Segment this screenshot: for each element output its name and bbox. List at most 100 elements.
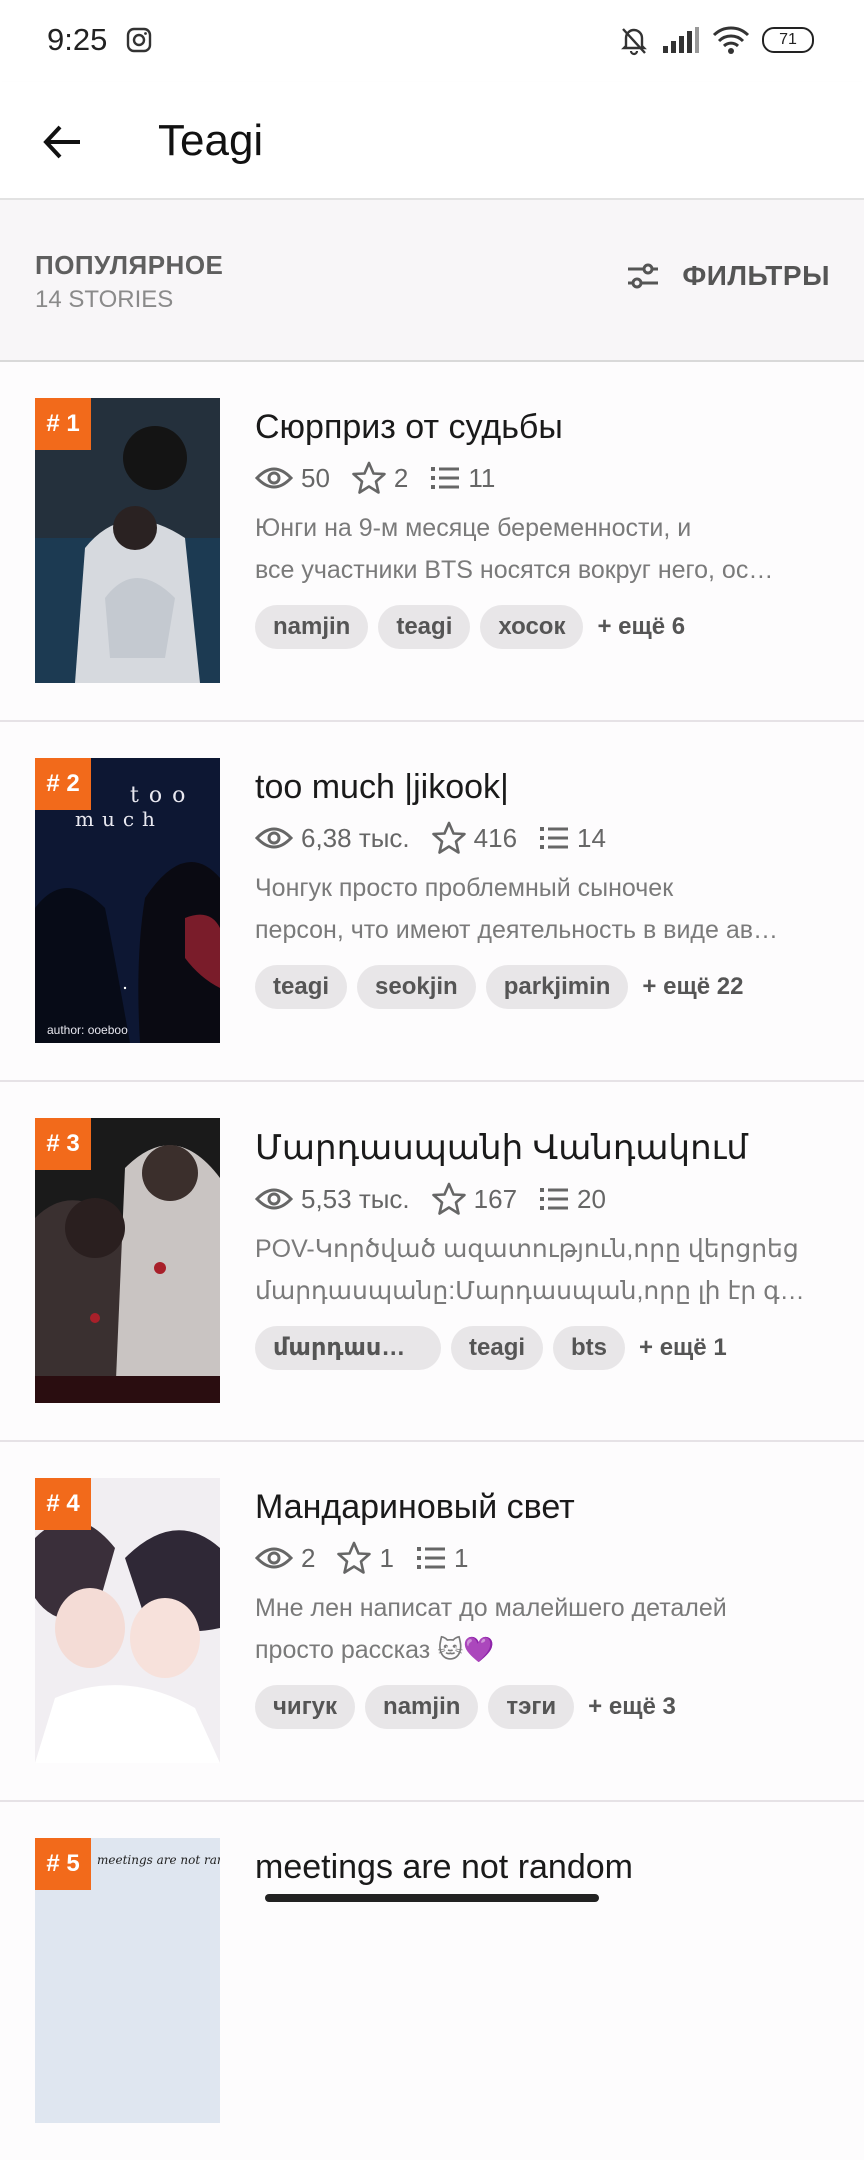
tag-list: namjin teagi хосок + ещё 6 — [255, 605, 835, 649]
story-stats: 2 1 1 — [255, 1541, 835, 1575]
story-item[interactable]: # 5 meetings are not random meetings are… — [0, 1802, 864, 2160]
views-count: 5,53 тыс. — [301, 1183, 410, 1214]
tag-list: чигук namjin тэги + ещё 3 — [255, 1685, 835, 1729]
star-icon — [352, 461, 386, 494]
category-label: ПОПУЛЯРНОЕ — [35, 250, 224, 280]
story-stats: 50 2 11 — [255, 461, 835, 495]
more-tags[interactable]: + ещё 3 — [588, 1693, 676, 1721]
battery-indicator: 71 — [762, 27, 814, 53]
story-item[interactable]: # 2 too much author: ooeboo too much |ji… — [0, 722, 864, 1082]
story-title[interactable]: Մարդասպանի Վանդակում — [255, 1128, 835, 1168]
filter-sliders-icon — [628, 263, 659, 289]
instagram-icon — [126, 27, 152, 53]
votes-count: 1 — [379, 1542, 394, 1573]
cover-title-text: too — [130, 783, 195, 808]
views-count: 50 — [301, 462, 330, 493]
story-description: Юнги на 9-м месяце беременности, и все у… — [255, 507, 835, 591]
story-info: Сюрприз от судьбы 50 2 11 Юнги на 9-м ме… — [255, 408, 835, 649]
tag-chip[interactable]: seokjin — [357, 965, 476, 1009]
parts-list-icon — [540, 1188, 569, 1210]
tag-chip[interactable]: namjin — [365, 1685, 479, 1729]
tag-chip[interactable]: чигук — [255, 1685, 356, 1729]
description-line: POV-Կործված ազատություն,որը վերցրեց — [255, 1235, 799, 1263]
story-stats: 5,53 тыс. 167 20 — [255, 1182, 835, 1216]
parts-count: 20 — [577, 1183, 606, 1214]
description-line: все участники BTS носятся вокруг него, о… — [255, 556, 774, 584]
eye-icon — [255, 827, 293, 849]
tag-chip[interactable]: teagi — [451, 1326, 544, 1370]
votes-count: 416 — [473, 822, 518, 853]
story-info: Մարդասպանի Վանդակում 5,53 тыс. 167 20 PO… — [255, 1128, 835, 1370]
rank-badge: # 3 — [35, 1118, 91, 1170]
back-arrow-icon[interactable] — [38, 118, 86, 166]
story-description: Мне лен написат до малейшего деталей про… — [255, 1587, 835, 1671]
filters-button[interactable]: ФИЛЬТРЫ — [626, 260, 830, 292]
story-description: POV-Կործված ազատություն,որը վերցրեց մարդ… — [255, 1228, 835, 1312]
tag-chip[interactable]: bts — [553, 1326, 626, 1370]
story-list: # 1 Сюрприз от судьбы 50 2 11 Юнги на 9-… — [0, 362, 864, 2160]
star-icon — [337, 1541, 372, 1574]
story-title[interactable]: too much |jikook| — [255, 768, 835, 807]
description-line: просто рассказ 🐱💜 — [255, 1636, 495, 1664]
cover-title-text: much — [75, 807, 163, 831]
status-time: 9:25 — [47, 22, 108, 57]
list-header: ПОПУЛЯРНОЕ 14 STORIES ФИЛЬТРЫ — [0, 200, 864, 362]
tag-list: մարդասպ… teagi bts + ещё 1 — [255, 1326, 835, 1370]
app-bar: Teagi — [0, 82, 864, 200]
more-tags[interactable]: + ещё 22 — [642, 973, 743, 1001]
tag-chip[interactable]: namjin — [255, 605, 369, 649]
eye-icon — [255, 1547, 293, 1569]
mute-bell-icon — [621, 28, 647, 56]
rank-badge: # 4 — [35, 1478, 91, 1530]
page-title: Teagi — [158, 116, 264, 165]
story-info: meetings are not random — [255, 1848, 835, 1887]
parts-list-icon — [431, 467, 460, 489]
views-count: 2 — [301, 1542, 316, 1573]
story-info: Мандариновый свет 2 1 1 Мне лен написат … — [255, 1488, 835, 1729]
stories-count: 14 STORIES — [35, 286, 174, 313]
rank-badge: # 1 — [35, 398, 91, 450]
parts-list-icon — [416, 1547, 445, 1569]
story-title[interactable]: Мандариновый свет — [255, 1488, 835, 1527]
story-stats: 6,38 тыс. 416 14 — [255, 821, 835, 855]
tag-chip[interactable]: parkjimin — [485, 965, 629, 1009]
tag-chip[interactable]: тэги — [488, 1685, 575, 1729]
story-title[interactable]: meetings are not random — [255, 1848, 835, 1887]
parts-count: 14 — [577, 822, 606, 853]
rank-badge: # 2 — [35, 758, 91, 810]
cover-title-text: meetings are not random — [97, 1853, 220, 1867]
signal-icon — [663, 27, 699, 53]
parts-count: 1 — [453, 1542, 469, 1573]
story-item[interactable]: # 3 Մարդասպանի Վանդակում 5,53 тыс. 167 2… — [0, 1082, 864, 1442]
story-item[interactable]: # 1 Сюрприз от судьбы 50 2 11 Юнги на 9-… — [0, 362, 864, 722]
description-line: Юнги на 9-м месяце беременности, и — [255, 514, 692, 542]
parts-count: 11 — [468, 462, 496, 493]
star-icon — [431, 821, 466, 854]
tag-chip[interactable]: teagi — [255, 965, 348, 1009]
star-icon — [431, 1182, 466, 1215]
tag-chip[interactable]: teagi — [378, 605, 471, 649]
story-info: too much |jikook| 6,38 тыс. 416 14 Чонгу… — [255, 768, 835, 1009]
story-item[interactable]: # 4 Мандариновый свет 2 1 1 Мне лен напи… — [0, 1442, 864, 1802]
cover-author-text: author: ooeboo — [47, 1023, 128, 1037]
votes-count: 2 — [393, 462, 409, 493]
eye-icon — [255, 1188, 293, 1210]
status-bar: 9:25 71 — [0, 0, 864, 82]
wifi-icon — [712, 26, 750, 54]
story-description: Чонгук просто проблемный сыночек персон,… — [255, 867, 835, 951]
story-title[interactable]: Сюрприз от судьбы — [255, 408, 835, 447]
rank-badge: # 5 — [35, 1838, 91, 1890]
description-line: Мне лен написат до малейшего деталей — [255, 1594, 727, 1622]
tag-chip[interactable]: մարդասպ… — [255, 1326, 441, 1370]
votes-count: 167 — [473, 1183, 518, 1214]
description-line: персон, что имеют деятельность в виде ав… — [255, 916, 779, 944]
description-line: մարդասպանը:Մարդասպան,որը լի էր գ… — [255, 1277, 805, 1305]
eye-icon — [255, 467, 293, 489]
more-tags[interactable]: + ещё 6 — [597, 613, 685, 641]
tag-chip[interactable]: хосок — [480, 605, 584, 649]
tag-list: teagi seokjin parkjimin + ещё 22 — [255, 965, 835, 1009]
home-indicator[interactable] — [265, 1894, 599, 1902]
views-count: 6,38 тыс. — [301, 822, 410, 853]
filters-label: ФИЛЬТРЫ — [682, 260, 830, 291]
more-tags[interactable]: + ещё 1 — [639, 1334, 727, 1362]
